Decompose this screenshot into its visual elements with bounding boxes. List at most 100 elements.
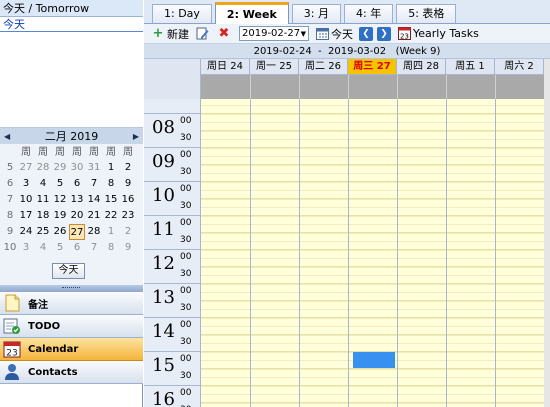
- calendar-day[interactable]: 6: [69, 240, 85, 256]
- grid-corner: [144, 59, 201, 99]
- calendar-day[interactable]: 8: [103, 240, 119, 256]
- day-header[interactable]: 周六 2: [495, 59, 544, 74]
- day-column-divider: [446, 99, 447, 407]
- calendar-day[interactable]: 3: [18, 176, 34, 192]
- minute-label: 00: [180, 252, 192, 262]
- slot-subline: [201, 317, 550, 319]
- calendar-day[interactable]: 24: [18, 224, 34, 240]
- hour-row-label: 13 00 30: [144, 283, 201, 317]
- vertical-scrollbar[interactable]: [544, 59, 550, 407]
- all-day-row[interactable]: [201, 75, 550, 99]
- yearly-icon-date: 23: [400, 33, 409, 41]
- calendar-day[interactable]: 9: [120, 176, 136, 192]
- day-header[interactable]: 周一 25: [250, 59, 299, 74]
- calendar-day[interactable]: 19: [52, 208, 68, 224]
- calendar-day[interactable]: 18: [35, 208, 51, 224]
- calendar-day[interactable]: 30: [69, 160, 85, 176]
- next-month-icon[interactable]: ▶: [133, 132, 139, 141]
- calendar-day[interactable]: 2: [120, 224, 136, 240]
- calendar-day[interactable]: 21: [86, 208, 102, 224]
- day-header[interactable]: 周四 28: [397, 59, 446, 74]
- calendar-day[interactable]: 7: [86, 176, 102, 192]
- calendar-day[interactable]: 26: [52, 224, 68, 240]
- day-header[interactable]: 周五 1: [446, 59, 495, 74]
- calendar-day[interactable]: 1: [103, 224, 119, 240]
- calendar-day[interactable]: 22: [103, 208, 119, 224]
- calendar-day[interactable]: 31: [86, 160, 102, 176]
- day-column-divider: [299, 99, 300, 407]
- new-button[interactable]: + 新建: [151, 26, 189, 42]
- today-button[interactable]: 今天: [52, 263, 85, 279]
- tab-table[interactable]: 5: 表格: [396, 4, 457, 23]
- calendar-day[interactable]: 5: [52, 240, 68, 256]
- week-number: 9: [6, 226, 14, 237]
- calendar-day[interactable]: 7: [86, 240, 102, 256]
- calendar-day-today[interactable]: 27: [69, 224, 85, 240]
- minute-label: 00: [180, 150, 192, 160]
- calendar-day[interactable]: 17: [18, 208, 34, 224]
- calendar-day[interactable]: 4: [35, 176, 51, 192]
- view-tabs: 1: Day 2: Week 3: 月 4: 年 5: 表格: [144, 0, 550, 24]
- calendar-day[interactable]: 10: [18, 192, 34, 208]
- calendar-day[interactable]: 14: [86, 192, 102, 208]
- calendar-day[interactable]: 11: [35, 192, 51, 208]
- splitter-grip[interactable]: [62, 287, 80, 289]
- yearly-tasks-button[interactable]: 23 Yearly Tasks: [397, 27, 479, 41]
- nav-item-contacts[interactable]: Contacts: [0, 361, 143, 384]
- calendar-day[interactable]: 23: [120, 208, 136, 224]
- calendar-day[interactable]: 8: [103, 176, 119, 192]
- slot-subline: [201, 198, 550, 200]
- minute-label: 00: [180, 354, 192, 364]
- calendar-day[interactable]: 28: [35, 160, 51, 176]
- calendar-day[interactable]: 6: [69, 176, 85, 192]
- todo-icon: [2, 316, 22, 336]
- edit-button[interactable]: [195, 27, 211, 41]
- date-value: 2019-02-27: [242, 28, 301, 39]
- prev-month-icon[interactable]: ◀: [4, 132, 10, 141]
- weekday-header: 周: [123, 147, 133, 158]
- calendar-day[interactable]: 27: [18, 160, 34, 176]
- calendar-day[interactable]: 20: [69, 208, 85, 224]
- nav-splitter[interactable]: [0, 285, 143, 292]
- tab-week[interactable]: 2: Week: [214, 2, 289, 24]
- calendar-day[interactable]: 28: [86, 224, 102, 240]
- hour-label: 14: [152, 321, 175, 342]
- day-column-divider: [348, 99, 349, 407]
- today-toolbar-button[interactable]: 今天: [315, 26, 353, 42]
- yearly-calendar-icon: 23: [397, 27, 411, 41]
- calendar-day[interactable]: 3: [18, 240, 34, 256]
- week-number: 6: [6, 178, 14, 189]
- calendar-day[interactable]: 29: [52, 160, 68, 176]
- today-list-item[interactable]: 今天: [0, 17, 143, 32]
- selected-time-slot[interactable]: [353, 352, 395, 368]
- nav-item-notes[interactable]: 备注: [0, 292, 143, 315]
- calendar-day[interactable]: 16: [120, 192, 136, 208]
- tab-year[interactable]: 4: 年: [344, 4, 394, 23]
- nav-item-todo[interactable]: TODO: [0, 315, 143, 338]
- tab-day[interactable]: 1: Day: [152, 4, 212, 23]
- calendar-day[interactable]: 12: [52, 192, 68, 208]
- day-header[interactable]: 周日 24: [201, 59, 250, 74]
- calendar-day[interactable]: 4: [35, 240, 51, 256]
- tab-month[interactable]: 3: 月: [291, 4, 341, 23]
- delete-button[interactable]: ✖: [217, 26, 233, 41]
- day-header[interactable]: 周三 27: [348, 59, 397, 74]
- time-slots[interactable]: [201, 99, 550, 407]
- calendar-day[interactable]: 1: [103, 160, 119, 176]
- nav-item-calendar[interactable]: 23 Calendar: [0, 338, 143, 361]
- slot-subline: [201, 266, 550, 268]
- calendar-day[interactable]: 2: [120, 160, 136, 176]
- next-week-icon[interactable]: ❯: [377, 26, 391, 41]
- calendar-day[interactable]: 13: [69, 192, 85, 208]
- calendar-day[interactable]: 15: [103, 192, 119, 208]
- calendar-day[interactable]: 25: [35, 224, 51, 240]
- all-day-column-divider: [250, 75, 251, 99]
- previous-week-icon[interactable]: ❮: [359, 26, 373, 41]
- date-picker[interactable]: 2019-02-27 ▼: [239, 26, 309, 41]
- slot-subline: [201, 113, 550, 115]
- day-header[interactable]: 周二 26: [299, 59, 348, 74]
- calendar-day[interactable]: 9: [120, 240, 136, 256]
- hour-row-label: 15 00 30: [144, 351, 201, 385]
- calendar-day[interactable]: 5: [52, 176, 68, 192]
- slot-subline: [201, 402, 550, 404]
